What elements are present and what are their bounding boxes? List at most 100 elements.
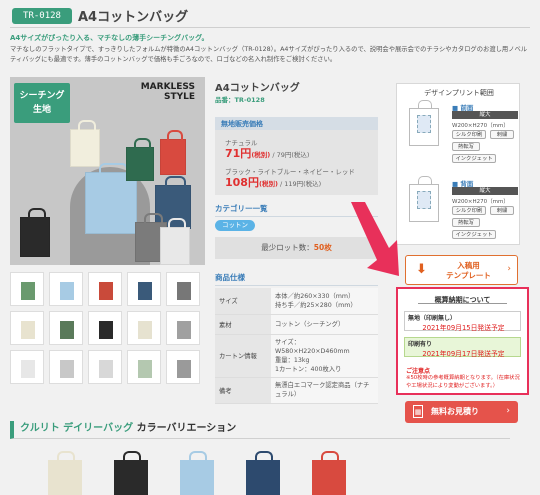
free-quote-button[interactable]: ▦ 無料お見積り › [405, 401, 518, 423]
thumbnail-bag [99, 360, 113, 378]
delivery-printed-label: 印刷有り [408, 341, 433, 348]
front-bag-diagram [409, 100, 439, 146]
front-size: W200×H270（mm） [452, 123, 509, 129]
main-product-image[interactable]: シーチング 生地 MARKLESS STYLE [10, 77, 205, 265]
natural-price-value: 71円 [225, 147, 252, 160]
template-download-button[interactable]: ⬇ 入稿用 テンプレート › [405, 255, 518, 285]
category-tag-cotton[interactable]: コットン [215, 220, 255, 231]
thumbnail[interactable] [127, 311, 161, 345]
table-row: 素材 コットン（シーチング） [215, 314, 378, 335]
template-line1: 入稿用 [457, 261, 480, 270]
bag-image [20, 208, 50, 257]
thumbnail-bag [60, 360, 74, 378]
table-row: 備考 無漂白エコマーク認定商品（ナチュラル） [215, 377, 378, 404]
delivery-plain-label: 無地（印刷無し） [408, 315, 457, 322]
spec-value: 本体／約260×330（mm） 持ち手／約25×280（mm） [271, 288, 378, 315]
method-silk-back[interactable]: シルク印刷 [452, 206, 486, 215]
spec-key: サイズ [215, 288, 271, 315]
product-code: 品番：TR-0128 [215, 96, 265, 104]
thumbnail-bag [21, 282, 35, 300]
delivery-estimate-box: 概算納期について 無地（印刷無し） 2021年09月15日発送予定 印刷有り 2… [396, 287, 529, 395]
table-row: カートン情報 サイズ：W580×H220×D460mm 重量：13kg 1カートン… [215, 334, 378, 378]
thumbnail[interactable] [127, 272, 161, 306]
product-code-badge: TR-0128 [12, 8, 72, 24]
thumbnail[interactable] [49, 272, 83, 306]
variation-suffix: カラーバリエーション [133, 423, 237, 434]
back-format: 縦大 [452, 187, 518, 195]
thumbnail[interactable] [49, 350, 83, 384]
thumbnail-bag [60, 282, 74, 300]
natural-tax-excluded: (税別) [251, 151, 271, 159]
spec-key: カートン情報 [215, 334, 271, 378]
calculator-icon: ▦ [413, 405, 423, 418]
sheeting-badge: シーチング 生地 [14, 83, 70, 123]
thumbnail[interactable] [166, 311, 200, 345]
page-title: A4コットンバッグ [78, 10, 189, 25]
thumbnail-bag [99, 321, 113, 339]
quote-button-label: 無料お見積り [431, 407, 479, 416]
brand-logo: MARKLESS STYLE [140, 82, 195, 102]
description-text: マチなしのフラットタイプで、すっきりしたフォルムが特徴のA4コットンバッグ（TR… [10, 46, 528, 63]
thumbnail[interactable] [10, 311, 44, 345]
spec-key: 備考 [215, 377, 271, 404]
thumbnail-bag [99, 282, 113, 300]
variation-bag[interactable] [246, 451, 280, 495]
product-name: A4コットンバッグ [215, 83, 300, 94]
template-button-label: 入稿用 テンプレート [441, 261, 496, 281]
chevron-right-icon: › [507, 264, 511, 274]
thumbnail-bag [177, 321, 191, 339]
lead-text: A4サイズがぴったり入る、マチなしの薄手シーチングバッグ。 [10, 34, 209, 42]
bag-image [126, 138, 154, 181]
method-embroidery-back[interactable]: 刺繍 [490, 206, 514, 215]
front-format: 縦大 [452, 111, 518, 119]
thumbnail[interactable] [10, 350, 44, 384]
back-bag-diagram [409, 176, 439, 222]
method-silk-front[interactable]: シルク印刷 [452, 130, 486, 139]
thumbnail[interactable] [88, 272, 122, 306]
natural-price: 71円(税別) / 79円(税込) [225, 145, 309, 161]
spec-value: 無漂白エコマーク認定商品（ナチュラル） [271, 377, 378, 404]
variation-bag[interactable] [114, 451, 148, 495]
product-page: TR-0128 A4コットンバッグ A4サイズがぴったり入る、マチなしの薄手シー… [0, 0, 540, 495]
method-heat-front[interactable]: 熱転写 [452, 142, 480, 151]
min-lot-value: 50枚 [313, 243, 332, 252]
method-inkjet-back[interactable]: インクジェット [452, 230, 496, 239]
thumbnail-bag [138, 321, 152, 339]
pointer-arrow-icon [351, 202, 399, 276]
variation-bag[interactable] [48, 451, 82, 495]
method-embroidery-front[interactable]: 刺繍 [490, 130, 514, 139]
variation-brand: クルリト デイリーバッグ [20, 423, 134, 434]
thumbnail[interactable] [88, 350, 122, 384]
bag-image [85, 163, 137, 234]
spec-value: サイズ：W580×H220×D460mm 重量：13kg 1カートン：400枚入… [271, 334, 378, 378]
table-row: サイズ 本体／約260×330（mm） 持ち手／約25×280（mm） [215, 288, 378, 315]
delivery-printed-row: 印刷有り 2021年09月17日発送予定 [404, 337, 521, 358]
thumbnail-bag [177, 282, 191, 300]
method-heat-back[interactable]: 熱転写 [452, 218, 480, 227]
method-inkjet-front[interactable]: インクジェット [452, 154, 496, 163]
delivery-note: ※50枚時の参考概算納期となります。（在庫状況や工場状況により変動がございます。… [406, 375, 520, 389]
delivery-printed-date: 2021年09月17日発送予定 [422, 350, 505, 358]
spec-value: コットン（シーチング） [271, 314, 378, 335]
download-arrow-icon: ⬇ [416, 262, 427, 277]
bag-image [160, 130, 186, 175]
variation-bag[interactable] [312, 451, 346, 495]
color-tax-excluded: (税別) [258, 180, 278, 188]
thumbnail-bag [138, 282, 152, 300]
bag-image [70, 120, 100, 167]
bag-image [160, 218, 190, 265]
thumbnail-bag [138, 360, 152, 378]
thumbnail[interactable] [88, 311, 122, 345]
price-section-heading: 無地販売価格 [215, 117, 378, 130]
title-divider [10, 27, 530, 28]
color-price-value: 108円 [225, 176, 259, 189]
thumbnail[interactable] [10, 272, 44, 306]
thumbnail[interactable] [49, 311, 83, 345]
thumbnail[interactable] [166, 272, 200, 306]
natural-tax-included: / 79円(税込) [270, 151, 310, 159]
min-lot-label: 最少ロット数： [261, 243, 314, 252]
variation-bag[interactable] [180, 451, 214, 495]
thumbnail[interactable] [127, 350, 161, 384]
thumbnail[interactable] [166, 350, 200, 384]
thumbnail-bag [21, 360, 35, 378]
